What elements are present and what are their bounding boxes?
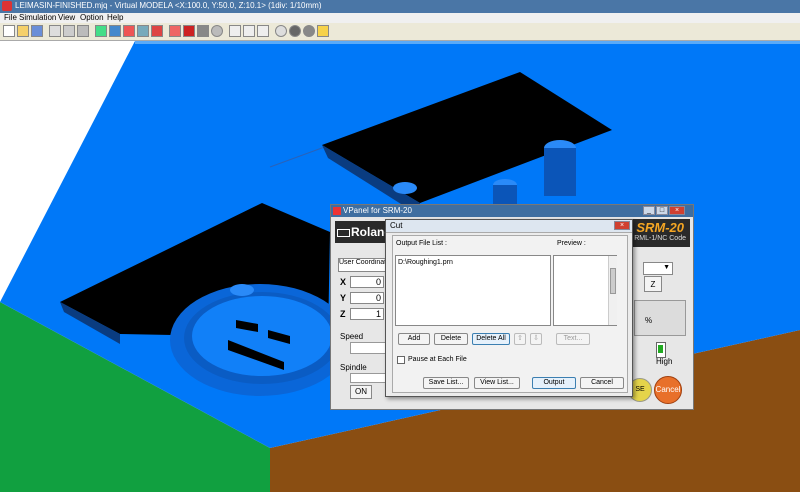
spindle-on-button[interactable]: ON: [350, 385, 372, 399]
axis-z-label: Z: [340, 309, 346, 319]
new-icon[interactable]: [3, 25, 15, 37]
play-icon[interactable]: [257, 25, 269, 37]
toolbar: [0, 23, 800, 41]
roland-logo: Roland: [335, 221, 392, 243]
list-item[interactable]: D:\Roughing1.prn: [398, 259, 453, 266]
high-label: High: [656, 357, 673, 366]
vpanel-cancel-button[interactable]: Cancel: [654, 376, 682, 404]
override-panel: [634, 300, 686, 336]
star-icon[interactable]: [317, 25, 329, 37]
cut-icon[interactable]: [77, 25, 89, 37]
menu-file[interactable]: File: [4, 13, 17, 22]
cancel-button[interactable]: Cancel: [580, 377, 624, 389]
tool-icon[interactable]: [137, 25, 149, 37]
menu-view[interactable]: View: [58, 13, 75, 22]
vpanel-titlebar: VPanel for SRM-20 _ □ ×: [331, 205, 693, 217]
menu-simulation[interactable]: Simulation: [19, 13, 56, 22]
zoom-icon[interactable]: [183, 25, 195, 37]
shade-icon[interactable]: [211, 25, 223, 37]
app-titlebar: LEIMASIN-FINISHED.mjq - Virtual MODELA <…: [0, 0, 800, 13]
menu-bar: File Simulation View Option Help: [0, 13, 800, 23]
axis-y-label: Y: [340, 293, 347, 303]
window-title: LEIMASIN-FINISHED.mjq - Virtual MODELA <…: [15, 1, 322, 10]
undo-icon[interactable]: [63, 25, 75, 37]
preview-label: Preview :: [557, 240, 586, 247]
add-button[interactable]: Add: [398, 333, 430, 345]
open-icon[interactable]: [17, 25, 29, 37]
minimize-button[interactable]: _: [643, 206, 655, 215]
rotate-icon[interactable]: [169, 25, 181, 37]
view-list-button[interactable]: View List...: [474, 377, 520, 389]
preview-scrollbar[interactable]: [608, 256, 617, 325]
view-icon[interactable]: [123, 25, 135, 37]
spindle-speed-slider[interactable]: [656, 342, 666, 358]
axis-x-label: X: [340, 277, 347, 287]
maximize-button[interactable]: □: [656, 206, 668, 215]
spindle-slider[interactable]: [350, 373, 386, 383]
axis-y-value: 0: [350, 292, 384, 304]
vpanel-title: VPanel for SRM-20: [343, 206, 412, 215]
delete-button[interactable]: Delete: [434, 333, 468, 345]
fit-icon[interactable]: [197, 25, 209, 37]
pause-at-each-file-checkbox[interactable]: [397, 356, 405, 364]
cut-title: Cut: [390, 221, 403, 230]
axis-z-value: 1: [350, 308, 384, 320]
spindle-label: Spindle: [340, 363, 367, 372]
move-down-button[interactable]: ⇩: [530, 333, 542, 345]
app-logo-icon: [2, 1, 12, 11]
menu-help[interactable]: Help: [107, 13, 123, 22]
model-title: SRM-20: [636, 220, 684, 235]
copy-icon[interactable]: [95, 25, 107, 37]
pause-at-each-file-label: Pause at Each File: [408, 356, 467, 363]
save-list-button[interactable]: Save List...: [423, 377, 469, 389]
step-dropdown[interactable]: ▼: [643, 262, 673, 275]
z-origin-button[interactable]: Z: [644, 276, 662, 292]
text-button[interactable]: Text...: [556, 333, 590, 345]
path-icon[interactable]: [243, 25, 255, 37]
output-button[interactable]: Output: [532, 377, 576, 389]
light-icon[interactable]: [303, 25, 315, 37]
select-icon[interactable]: [151, 25, 163, 37]
wire-icon[interactable]: [229, 25, 241, 37]
chevron-down-icon: ▼: [663, 264, 670, 271]
paste-icon[interactable]: [109, 25, 121, 37]
vpanel-app-icon: [333, 207, 341, 215]
measure-icon[interactable]: [289, 25, 301, 37]
scrollbar-thumb[interactable]: [610, 268, 616, 294]
save-icon[interactable]: [31, 25, 43, 37]
speed-label: Speed: [340, 332, 364, 341]
close-button[interactable]: ×: [669, 206, 685, 215]
print-icon[interactable]: [49, 25, 61, 37]
speed-slider[interactable]: [350, 342, 386, 354]
model-subtitle: RML-1/NC Code: [634, 235, 686, 242]
cut-titlebar: Cut ×: [386, 220, 632, 233]
menu-option[interactable]: Option: [80, 13, 104, 22]
delete-all-button[interactable]: Delete All: [472, 333, 510, 345]
axis-x-value: 0: [350, 276, 384, 288]
percent-label: %: [645, 316, 653, 325]
stop-icon[interactable]: [275, 25, 287, 37]
cut-close-button[interactable]: ×: [614, 221, 630, 230]
move-up-button[interactable]: ⇧: [514, 333, 526, 345]
output-file-list-label: Output File List :: [396, 240, 447, 247]
output-file-list[interactable]: D:\Roughing1.prn: [395, 255, 551, 326]
coord-system-select[interactable]: User Coordinate S: [338, 258, 388, 272]
